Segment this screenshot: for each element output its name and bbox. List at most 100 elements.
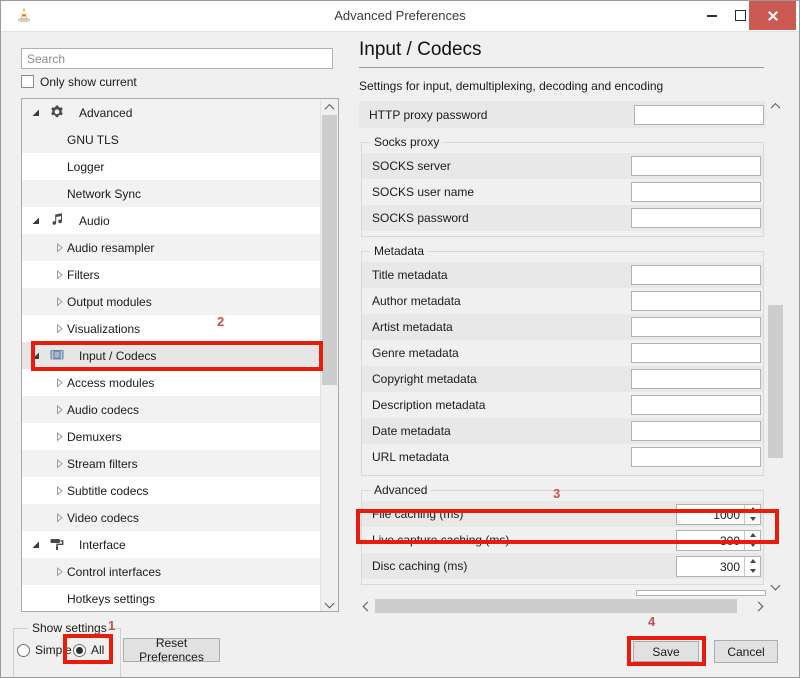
collapsed-triangle-icon[interactable] (54, 566, 65, 577)
spinbox-value[interactable]: 300 (677, 557, 744, 576)
live-capture-caching-ms-spinbox[interactable]: 300 (676, 530, 761, 551)
tree-item-network-sync[interactable]: Network Sync (22, 180, 322, 207)
spin-up-icon[interactable] (745, 531, 760, 541)
tree-item-subtitle-codecs[interactable]: Subtitle codecs (22, 477, 322, 504)
tree-item-visualizations[interactable]: Visualizations (22, 315, 322, 342)
filmstrip-icon (49, 347, 65, 363)
clipped-field (636, 590, 766, 596)
radio-all-circle[interactable] (73, 644, 86, 657)
copyright-metadata-input[interactable] (631, 369, 761, 389)
horizontal-scrollbar-thumb[interactable] (375, 599, 737, 613)
tree-item-interface[interactable]: Interface (22, 531, 322, 558)
scroll-left-icon[interactable] (359, 598, 375, 614)
tree-item-audio-resampler[interactable]: Audio resampler (22, 234, 322, 261)
tree-item-label: Subtitle codecs (22, 484, 148, 498)
collapsed-triangle-icon[interactable] (54, 296, 65, 307)
scroll-up-icon[interactable] (321, 99, 338, 115)
tree-item-filters[interactable]: Filters (22, 261, 322, 288)
tree-item-demuxers[interactable]: Demuxers (22, 423, 322, 450)
genre-metadata-input[interactable] (631, 343, 761, 363)
expanded-triangle-icon[interactable] (30, 107, 41, 118)
tree-item-logger[interactable]: Logger (22, 153, 322, 180)
spinbox-value[interactable]: 300 (677, 531, 744, 550)
tree-item-audio[interactable]: Audio (22, 207, 322, 234)
field-label: Genre metadata (372, 346, 459, 360)
panel-scrollbar-thumb[interactable] (768, 305, 783, 458)
spinbox-value[interactable]: 1000 (677, 505, 744, 524)
file-caching-ms-spinbox[interactable]: 1000 (676, 504, 761, 525)
group-title: Metadata (370, 244, 428, 258)
field-label: Date metadata (372, 424, 451, 438)
expanded-triangle-icon[interactable] (30, 539, 41, 550)
radio-simple-label: Simple (35, 643, 72, 657)
collapsed-triangle-icon[interactable] (54, 512, 65, 523)
collapsed-triangle-icon[interactable] (54, 377, 65, 388)
field-label: URL metadata (372, 450, 449, 464)
radio-all[interactable]: All (73, 643, 104, 657)
collapsed-triangle-icon[interactable] (54, 323, 65, 334)
tree-scrollbar[interactable] (320, 99, 338, 611)
field-row-artist-metadata: Artist metadata (362, 314, 763, 340)
date-metadata-input[interactable] (631, 421, 761, 441)
spin-down-icon[interactable] (745, 566, 760, 576)
artist-metadata-input[interactable] (631, 317, 761, 337)
tree-item-label: Access modules (22, 376, 154, 390)
disc-caching-ms-spinbox[interactable]: 300 (676, 556, 761, 577)
scroll-down-icon[interactable] (321, 595, 338, 611)
url-metadata-input[interactable] (631, 447, 761, 467)
field-row-http-proxy-password: HTTP proxy password (359, 101, 766, 128)
spin-down-icon[interactable] (745, 540, 760, 550)
spin-up-icon[interactable] (745, 505, 760, 515)
expanded-triangle-icon[interactable] (30, 215, 41, 226)
scroll-down-icon[interactable] (767, 577, 784, 593)
description-metadata-input[interactable] (631, 395, 761, 415)
radio-simple[interactable]: Simple (17, 643, 72, 657)
search-input[interactable] (21, 48, 333, 69)
tree-item-control-interfaces[interactable]: Control interfaces (22, 558, 322, 585)
title-divider (359, 67, 764, 68)
radio-simple-circle[interactable] (17, 644, 30, 657)
save-button[interactable]: Save (633, 641, 699, 662)
title-metadata-input[interactable] (631, 265, 761, 285)
group-metadata: MetadataTitle metadataAuthor metadataArt… (361, 251, 764, 476)
reset-preferences-button[interactable]: Reset Preferences (123, 638, 220, 662)
panel-scrollbar[interactable] (767, 98, 784, 593)
author-metadata-input[interactable] (631, 291, 761, 311)
tree-item-access-modules[interactable]: Access modules (22, 369, 322, 396)
tree-item-audio-codecs[interactable]: Audio codecs (22, 396, 322, 423)
http-proxy-password-input[interactable] (634, 105, 764, 125)
annotation-number-3: 3 (553, 486, 560, 501)
tree-item-advanced[interactable]: Advanced (22, 99, 322, 126)
expanded-triangle-icon[interactable] (30, 350, 41, 361)
socks-server-input[interactable] (631, 156, 761, 176)
collapsed-triangle-icon[interactable] (54, 458, 65, 469)
field-row-genre-metadata: Genre metadata (362, 340, 763, 366)
tree-item-stream-filters[interactable]: Stream filters (22, 450, 322, 477)
scroll-up-icon[interactable] (767, 98, 784, 114)
only-show-current-checkbox[interactable] (21, 75, 34, 88)
spin-up-icon[interactable] (745, 557, 760, 567)
socks-password-input[interactable] (631, 208, 761, 228)
cancel-button[interactable]: Cancel (714, 640, 778, 663)
tree-item-gnu-tls[interactable]: GNU TLS (22, 126, 322, 153)
spin-down-icon[interactable] (745, 514, 760, 524)
collapsed-triangle-icon[interactable] (54, 431, 65, 442)
field-label: SOCKS password (372, 211, 469, 225)
collapsed-triangle-icon[interactable] (54, 485, 65, 496)
collapsed-triangle-icon[interactable] (54, 404, 65, 415)
tree-item-input-codecs[interactable]: Input / Codecs (22, 342, 322, 369)
field-label: Description metadata (372, 398, 485, 412)
tree-scrollbar-thumb[interactable] (322, 115, 337, 385)
tree-item-hotkeys-settings[interactable]: Hotkeys settings (22, 585, 322, 612)
collapsed-triangle-icon[interactable] (54, 269, 65, 280)
panel-horizontal-scrollbar[interactable] (359, 598, 766, 614)
collapsed-triangle-icon[interactable] (54, 242, 65, 253)
tree-item-output-modules[interactable]: Output modules (22, 288, 322, 315)
close-button[interactable] (749, 1, 796, 30)
tree-item-video-codecs[interactable]: Video codecs (22, 504, 322, 531)
tree-item-label: Control interfaces (22, 565, 161, 579)
field-row-copyright-metadata: Copyright metadata (362, 366, 763, 392)
scroll-right-icon[interactable] (750, 598, 766, 614)
socks-user-name-input[interactable] (631, 182, 761, 202)
minimize-button[interactable] (699, 1, 725, 30)
